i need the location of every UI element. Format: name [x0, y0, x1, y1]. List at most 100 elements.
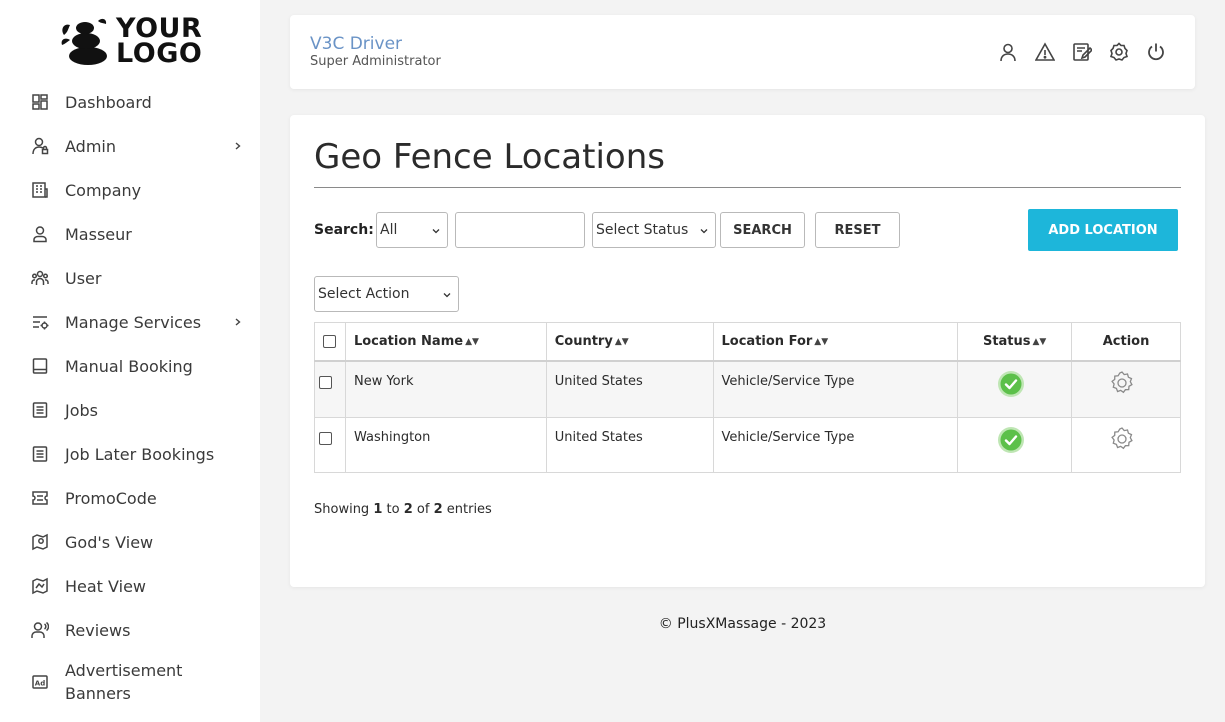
masseur-icon	[30, 224, 50, 244]
location-for-cell: Vehicle/Service Type	[712, 360, 959, 418]
logo-line-2: LOGO	[116, 38, 203, 69]
locations-table: Location Name ▲▼ Country ▲▼ Location For ▲▼…	[314, 322, 1181, 473]
column-label: Action	[1102, 333, 1150, 349]
active-status-icon[interactable]	[997, 426, 1025, 454]
sidebar-item-label: Manual Booking	[65, 356, 193, 376]
sidebar-item-job-later-bookings[interactable]: Job Later Bookings	[0, 432, 260, 476]
chevron-right-icon	[235, 142, 241, 150]
sidebar-item-label: Manage Services	[65, 312, 202, 332]
column-label: Status	[982, 333, 1031, 349]
manage-services-icon	[30, 312, 50, 332]
location-name-cell: New York	[344, 360, 547, 418]
sidebar-item-admin[interactable]: Admin	[0, 124, 260, 168]
table-row: Washington United States Vehicle/Service…	[314, 417, 1181, 473]
status-cell	[957, 360, 1073, 418]
sidebar-item-heat-view[interactable]: Heat View	[0, 564, 260, 608]
sidebar-item-masseur[interactable]: Masseur	[0, 212, 260, 256]
pagination-from: 1	[373, 502, 383, 517]
status-select-value: Select Status	[596, 222, 689, 238]
column-header-location-for[interactable]: Location For ▲▼	[712, 322, 959, 362]
page-title: Geo Fence Locations	[314, 137, 665, 177]
search-filter-select[interactable]: All	[376, 212, 448, 248]
edit-icon[interactable]	[1071, 41, 1093, 63]
column-label: Country	[554, 333, 613, 349]
heat-view-icon	[30, 576, 50, 596]
select-all-checkbox[interactable]	[323, 334, 337, 348]
gear-icon[interactable]	[1109, 370, 1135, 396]
column-label: Location Name	[353, 333, 464, 349]
row-checkbox[interactable]	[319, 375, 333, 389]
chevron-down-icon	[700, 229, 708, 234]
status-select[interactable]: Select Status	[592, 212, 716, 248]
sidebar-item-label: Company	[65, 180, 142, 200]
job-later-icon	[30, 444, 50, 464]
column-header-status[interactable]: Status ▲▼	[957, 322, 1073, 362]
pagination-to-word: to	[386, 502, 400, 517]
header-subtitle: Super Administrator	[310, 54, 441, 69]
header-title: V3C Driver	[310, 34, 403, 54]
column-header-country[interactable]: Country ▲▼	[545, 322, 714, 362]
search-input[interactable]	[455, 212, 585, 248]
main-card: Geo Fence Locations Search: All Select S…	[290, 115, 1205, 587]
sidebar-item-manage-services[interactable]: Manage Services	[0, 300, 260, 344]
pagination-info: Showing 1 to 2 of 2 entries	[314, 502, 492, 517]
select-all-cell	[314, 322, 346, 362]
sort-icon: ▲▼	[465, 336, 479, 347]
pagination-to: 2	[403, 502, 413, 517]
reset-button[interactable]: RESET	[815, 212, 900, 248]
action-cell	[1071, 417, 1181, 473]
table-row: New York United States Vehicle/Service T…	[314, 360, 1181, 418]
sidebar-item-reviews[interactable]: Reviews	[0, 608, 260, 652]
sidebar-item-label: Advertisement Banners	[65, 661, 183, 703]
users-icon	[30, 268, 50, 288]
profile-icon[interactable]	[997, 41, 1019, 63]
sidebar-nav: Dashboard Admin Company Masseur User Man…	[0, 80, 260, 710]
column-header-location-name[interactable]: Location Name ▲▼	[344, 322, 547, 362]
sort-icon: ▲▼	[814, 336, 829, 347]
location-for-cell: Vehicle/Service Type	[712, 417, 959, 473]
sidebar: YOUR LOGO Dashboard Admin Company Masseu…	[0, 0, 260, 722]
sidebar-item-dashboard[interactable]: Dashboard	[0, 80, 260, 124]
logo-text: YOUR LOGO	[116, 15, 203, 69]
company-icon	[30, 180, 50, 200]
location-name-cell: Washington	[344, 417, 547, 473]
logo-stones-icon	[61, 18, 107, 65]
sidebar-item-gods-view[interactable]: God's View	[0, 520, 260, 564]
search-button[interactable]: SEARCH	[720, 212, 805, 248]
alert-icon[interactable]	[1034, 41, 1056, 63]
active-status-icon[interactable]	[997, 370, 1025, 398]
dashboard-icon	[30, 92, 50, 112]
sidebar-item-advertisement-banners[interactable]: Ad Advertisement Banners	[0, 654, 260, 710]
column-header-action: Action	[1071, 322, 1181, 362]
ad-icon: Ad	[30, 672, 50, 692]
header-bar: V3C Driver Super Administrator	[290, 15, 1195, 89]
sidebar-item-label: Heat View	[65, 576, 147, 596]
sidebar-item-manual-booking[interactable]: Manual Booking	[0, 344, 260, 388]
gods-view-icon	[30, 532, 50, 552]
bulk-action-select[interactable]: Select Action	[314, 276, 459, 312]
status-cell	[957, 417, 1073, 473]
add-location-button[interactable]: ADD LOCATION	[1028, 209, 1178, 251]
sidebar-item-label: User	[65, 268, 102, 288]
search-filter-value: All	[380, 222, 398, 238]
power-icon[interactable]	[1145, 41, 1167, 63]
row-select-cell	[314, 417, 346, 473]
settings-icon[interactable]	[1108, 41, 1130, 63]
sidebar-item-label: Reviews	[65, 620, 131, 640]
gear-icon[interactable]	[1109, 426, 1135, 452]
pagination-total: 2	[433, 502, 443, 517]
sidebar-item-user[interactable]: User	[0, 256, 260, 300]
jobs-icon	[30, 400, 50, 420]
title-divider	[314, 187, 1181, 188]
chevron-down-icon	[432, 229, 440, 234]
row-checkbox[interactable]	[319, 432, 333, 445]
footer-copyright: © PlusXMassage - 2023	[658, 616, 827, 632]
sidebar-item-promocode[interactable]: PromoCode	[0, 476, 260, 520]
logo[interactable]: YOUR LOGO	[58, 12, 208, 70]
sidebar-item-label: Job Later Bookings	[65, 444, 215, 464]
sidebar-item-jobs[interactable]: Jobs	[0, 388, 260, 432]
sidebar-item-label: Dashboard	[65, 92, 152, 112]
bulk-action-value: Select Action	[318, 286, 410, 302]
table-header-row: Location Name ▲▼ Country ▲▼ Location For ▲▼…	[314, 322, 1181, 362]
sidebar-item-company[interactable]: Company	[0, 168, 260, 212]
